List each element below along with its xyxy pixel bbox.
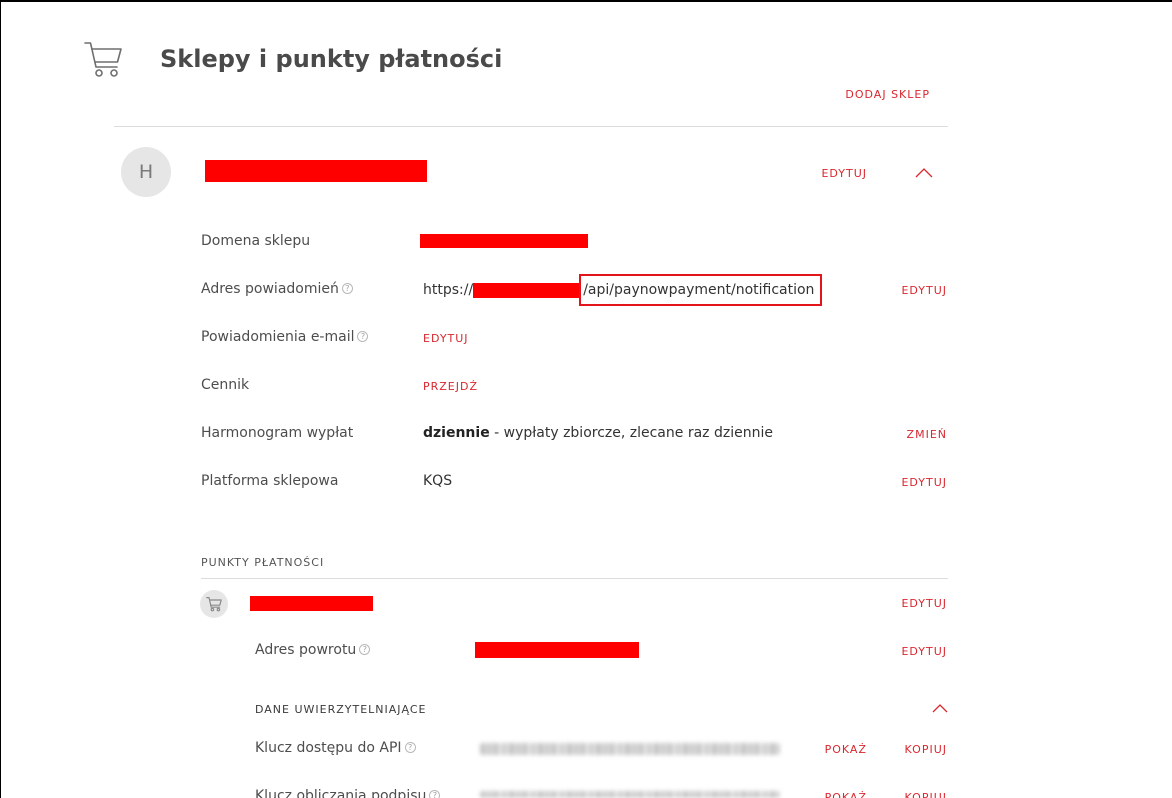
edit-shop-platform-button[interactable]: EDYTUJ [901,475,947,491]
api-key-masked-value [480,743,780,755]
show-api-key-button[interactable]: POKAŻ [825,742,867,758]
shop-name-redaction [205,160,427,182]
notification-url-path-highlight: /api/paynowpayment/notification [579,274,823,306]
email-notifications-label-text: Powiadomienia e-mail [201,329,355,345]
payout-schedule-label: Harmonogram wypłat [201,425,354,441]
payout-frequency: dziennie [423,425,490,441]
copy-signature-key-button[interactable]: KOPIUJ [905,790,947,798]
shops-page: Sklepy i punkty płatności DODAJ SKLEP H … [0,0,1172,798]
signature-key-masked-value [480,791,780,798]
help-icon[interactable] [341,283,353,294]
payout-schedule-value: dziennie - wypłaty zbiorcze, zlecane raz… [423,423,773,443]
payout-description: - wypłaty zbiorcze, zlecane raz dziennie [494,425,773,441]
copy-api-key-button[interactable]: KOPIUJ [905,742,947,758]
shop-domain-label: Domena sklepu [201,233,311,249]
credentials-heading: DANE UWIERZYTELNIAJĄCE [255,703,427,716]
email-notifications-label: Powiadomienia e-mail [201,327,369,347]
edit-payment-point-button[interactable]: EDYTUJ [901,596,947,612]
help-icon[interactable] [357,331,369,342]
shopping-cart-icon [206,597,222,612]
payment-point-name-redaction [250,596,373,611]
notification-url-redaction [473,282,580,298]
return-url-redaction [475,642,639,658]
pricing-label: Cennik [201,377,250,393]
help-icon[interactable] [359,644,371,655]
pricing-go-button[interactable]: PRZEJDŹ [423,379,478,395]
payment-points-divider [201,578,948,579]
show-signature-key-button[interactable]: POKAŻ [825,790,867,798]
notification-url-value: https:// /api/paynowpayment/notification [423,274,823,306]
change-payout-schedule-button[interactable]: ZMIEŃ [907,427,947,443]
edit-shop-button[interactable]: EDYTUJ [821,166,867,182]
help-icon[interactable] [429,790,441,798]
signature-key-label-text: Klucz obliczania podpisu [255,788,427,798]
edit-return-url-button[interactable]: EDYTUJ [901,644,947,660]
edit-notification-url-button[interactable]: EDYTUJ [901,283,947,299]
shop-avatar: H [121,147,171,197]
notification-url-label: Adres powiadomień [201,279,353,299]
api-key-label-text: Klucz dostępu do API [255,740,402,756]
shop-platform-value: KQS [423,473,453,489]
header-divider [114,126,948,127]
chevron-up-icon[interactable] [931,702,949,715]
notification-url-prefix: https:// [423,282,474,298]
add-shop-button[interactable]: DODAJ SKLEP [845,87,930,103]
signature-key-label: Klucz obliczania podpisu [255,786,441,798]
page-title: Sklepy i punkty płatności [160,45,503,73]
chevron-up-icon[interactable] [914,165,934,181]
payment-points-heading: PUNKTY PŁATNOŚCI [201,556,325,569]
return-url-label: Adres powrotu [255,640,371,660]
shop-domain-redaction [420,234,588,248]
notification-url-label-text: Adres powiadomień [201,281,339,297]
return-url-label-text: Adres powrotu [255,642,357,658]
help-icon[interactable] [404,742,416,753]
api-key-label: Klucz dostępu do API [255,738,416,758]
edit-email-notifications-button[interactable]: EDYTUJ [423,331,469,347]
signature-key-row: Klucz obliczania podpisu POKAŻ KOPIUJ [0,786,1172,798]
shopping-cart-icon [84,42,122,77]
window-border [0,0,1172,798]
shop-platform-label: Platforma sklepowa [201,473,339,489]
payment-point-avatar [200,590,228,618]
